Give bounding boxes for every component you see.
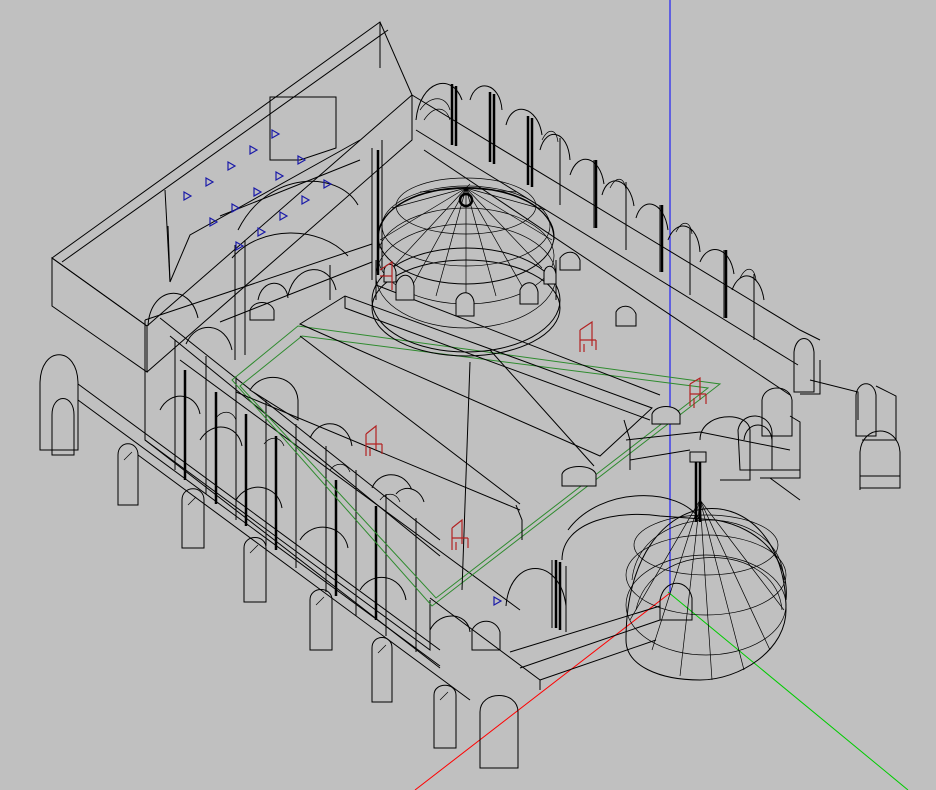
3d-viewport[interactable] (0, 0, 936, 790)
sw-buttresses (39, 354, 519, 769)
wireframe-scene[interactable] (0, 0, 936, 790)
x-axis-line (414, 592, 671, 790)
blue-marker (231, 202, 241, 214)
blue-marker (493, 595, 503, 607)
main-dome (371, 177, 561, 357)
blue-marker (271, 128, 281, 140)
blue-marker (301, 194, 311, 206)
red-marker (579, 320, 597, 352)
blue-marker (257, 226, 267, 238)
y-axis-line (667, 591, 909, 790)
blue-marker (323, 178, 333, 190)
blue-marker (227, 160, 237, 172)
red-marker (451, 518, 469, 550)
nw-arcade (144, 140, 637, 360)
blue-marker (183, 190, 193, 202)
ne-gallery (411, 83, 821, 396)
blue-marker (205, 176, 215, 188)
blue-marker (249, 144, 259, 156)
blue-marker (253, 186, 263, 198)
red-marker (689, 376, 707, 408)
blue-marker (279, 210, 289, 222)
upper-left-hall (51, 21, 413, 373)
blue-marker (275, 170, 285, 182)
east-buttresses (737, 338, 901, 501)
